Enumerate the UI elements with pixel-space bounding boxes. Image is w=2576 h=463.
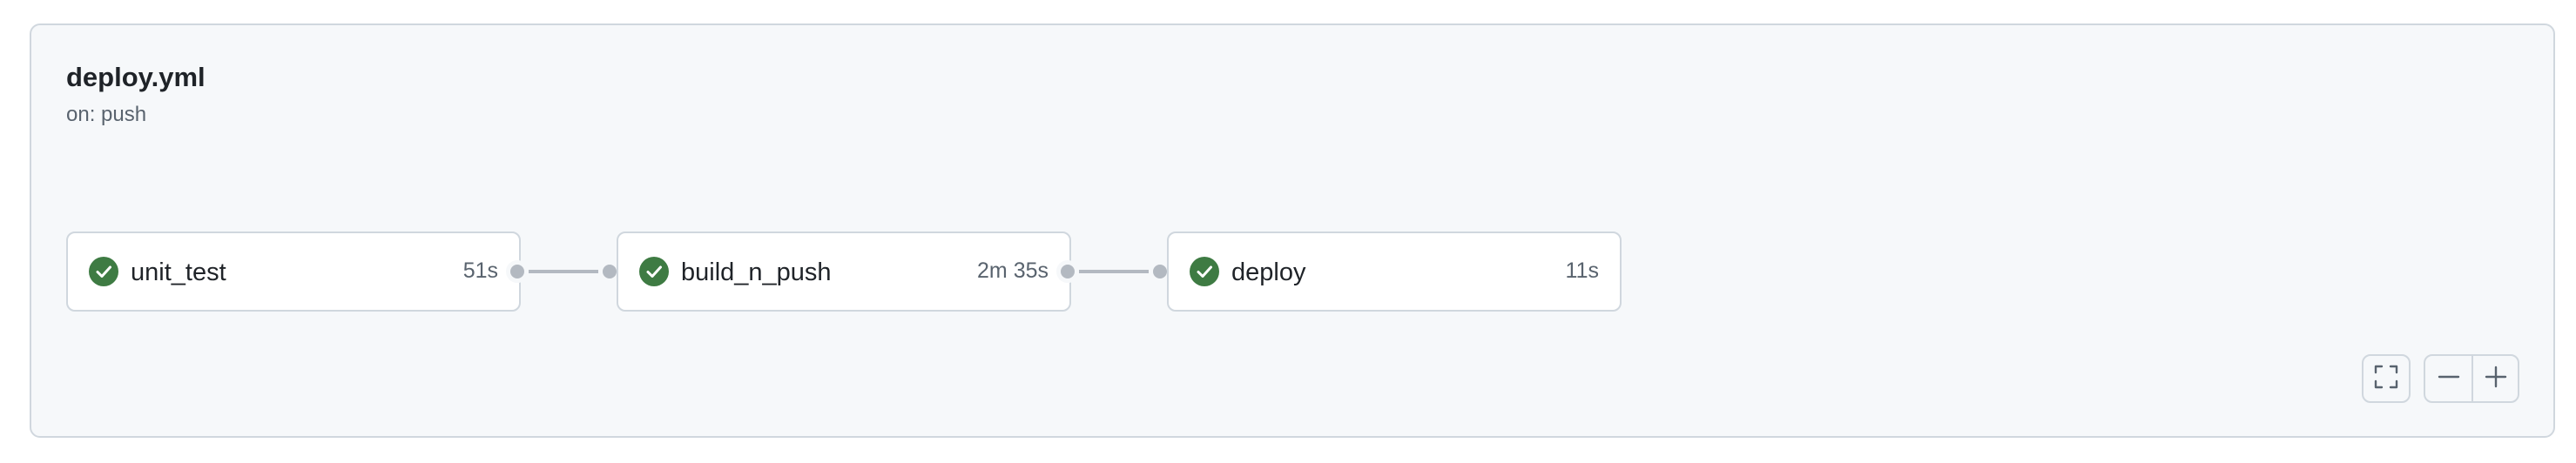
workflow-trigger: on: push [66, 103, 147, 126]
fullscreen-control [2362, 354, 2411, 403]
fullscreen-button[interactable] [2364, 356, 2409, 401]
job-connector [529, 270, 598, 273]
workflow-graph-panel: deploy.yml on: push unit_test 51s build_… [30, 23, 2555, 438]
job-name: deploy [1231, 258, 1306, 286]
check-circle-icon [89, 257, 118, 286]
check-circle-icon [639, 257, 669, 286]
output-port [1056, 260, 1079, 283]
job-duration: 51s [462, 258, 498, 283]
workflow-title: deploy.yml [66, 62, 206, 92]
job-name: unit_test [131, 258, 226, 286]
job-duration: 11s [1565, 258, 1599, 283]
job-node-build-n-push[interactable]: build_n_push 2m 35s [617, 232, 1071, 312]
zoom-controls [2424, 354, 2519, 403]
zoom-out-button[interactable] [2425, 356, 2471, 401]
zoom-in-button[interactable] [2473, 356, 2518, 401]
job-duration: 2m 35s [977, 258, 1049, 283]
fullscreen-icon [2374, 365, 2398, 393]
check-circle-icon [1190, 257, 1219, 286]
job-node-unit-test[interactable]: unit_test 51s [66, 232, 521, 312]
output-port [506, 260, 529, 283]
job-connector [1079, 270, 1149, 273]
job-name: build_n_push [681, 258, 832, 286]
plus-icon [2485, 366, 2507, 393]
job-node-deploy[interactable]: deploy 11s [1167, 232, 1622, 312]
minus-icon [2438, 366, 2460, 393]
